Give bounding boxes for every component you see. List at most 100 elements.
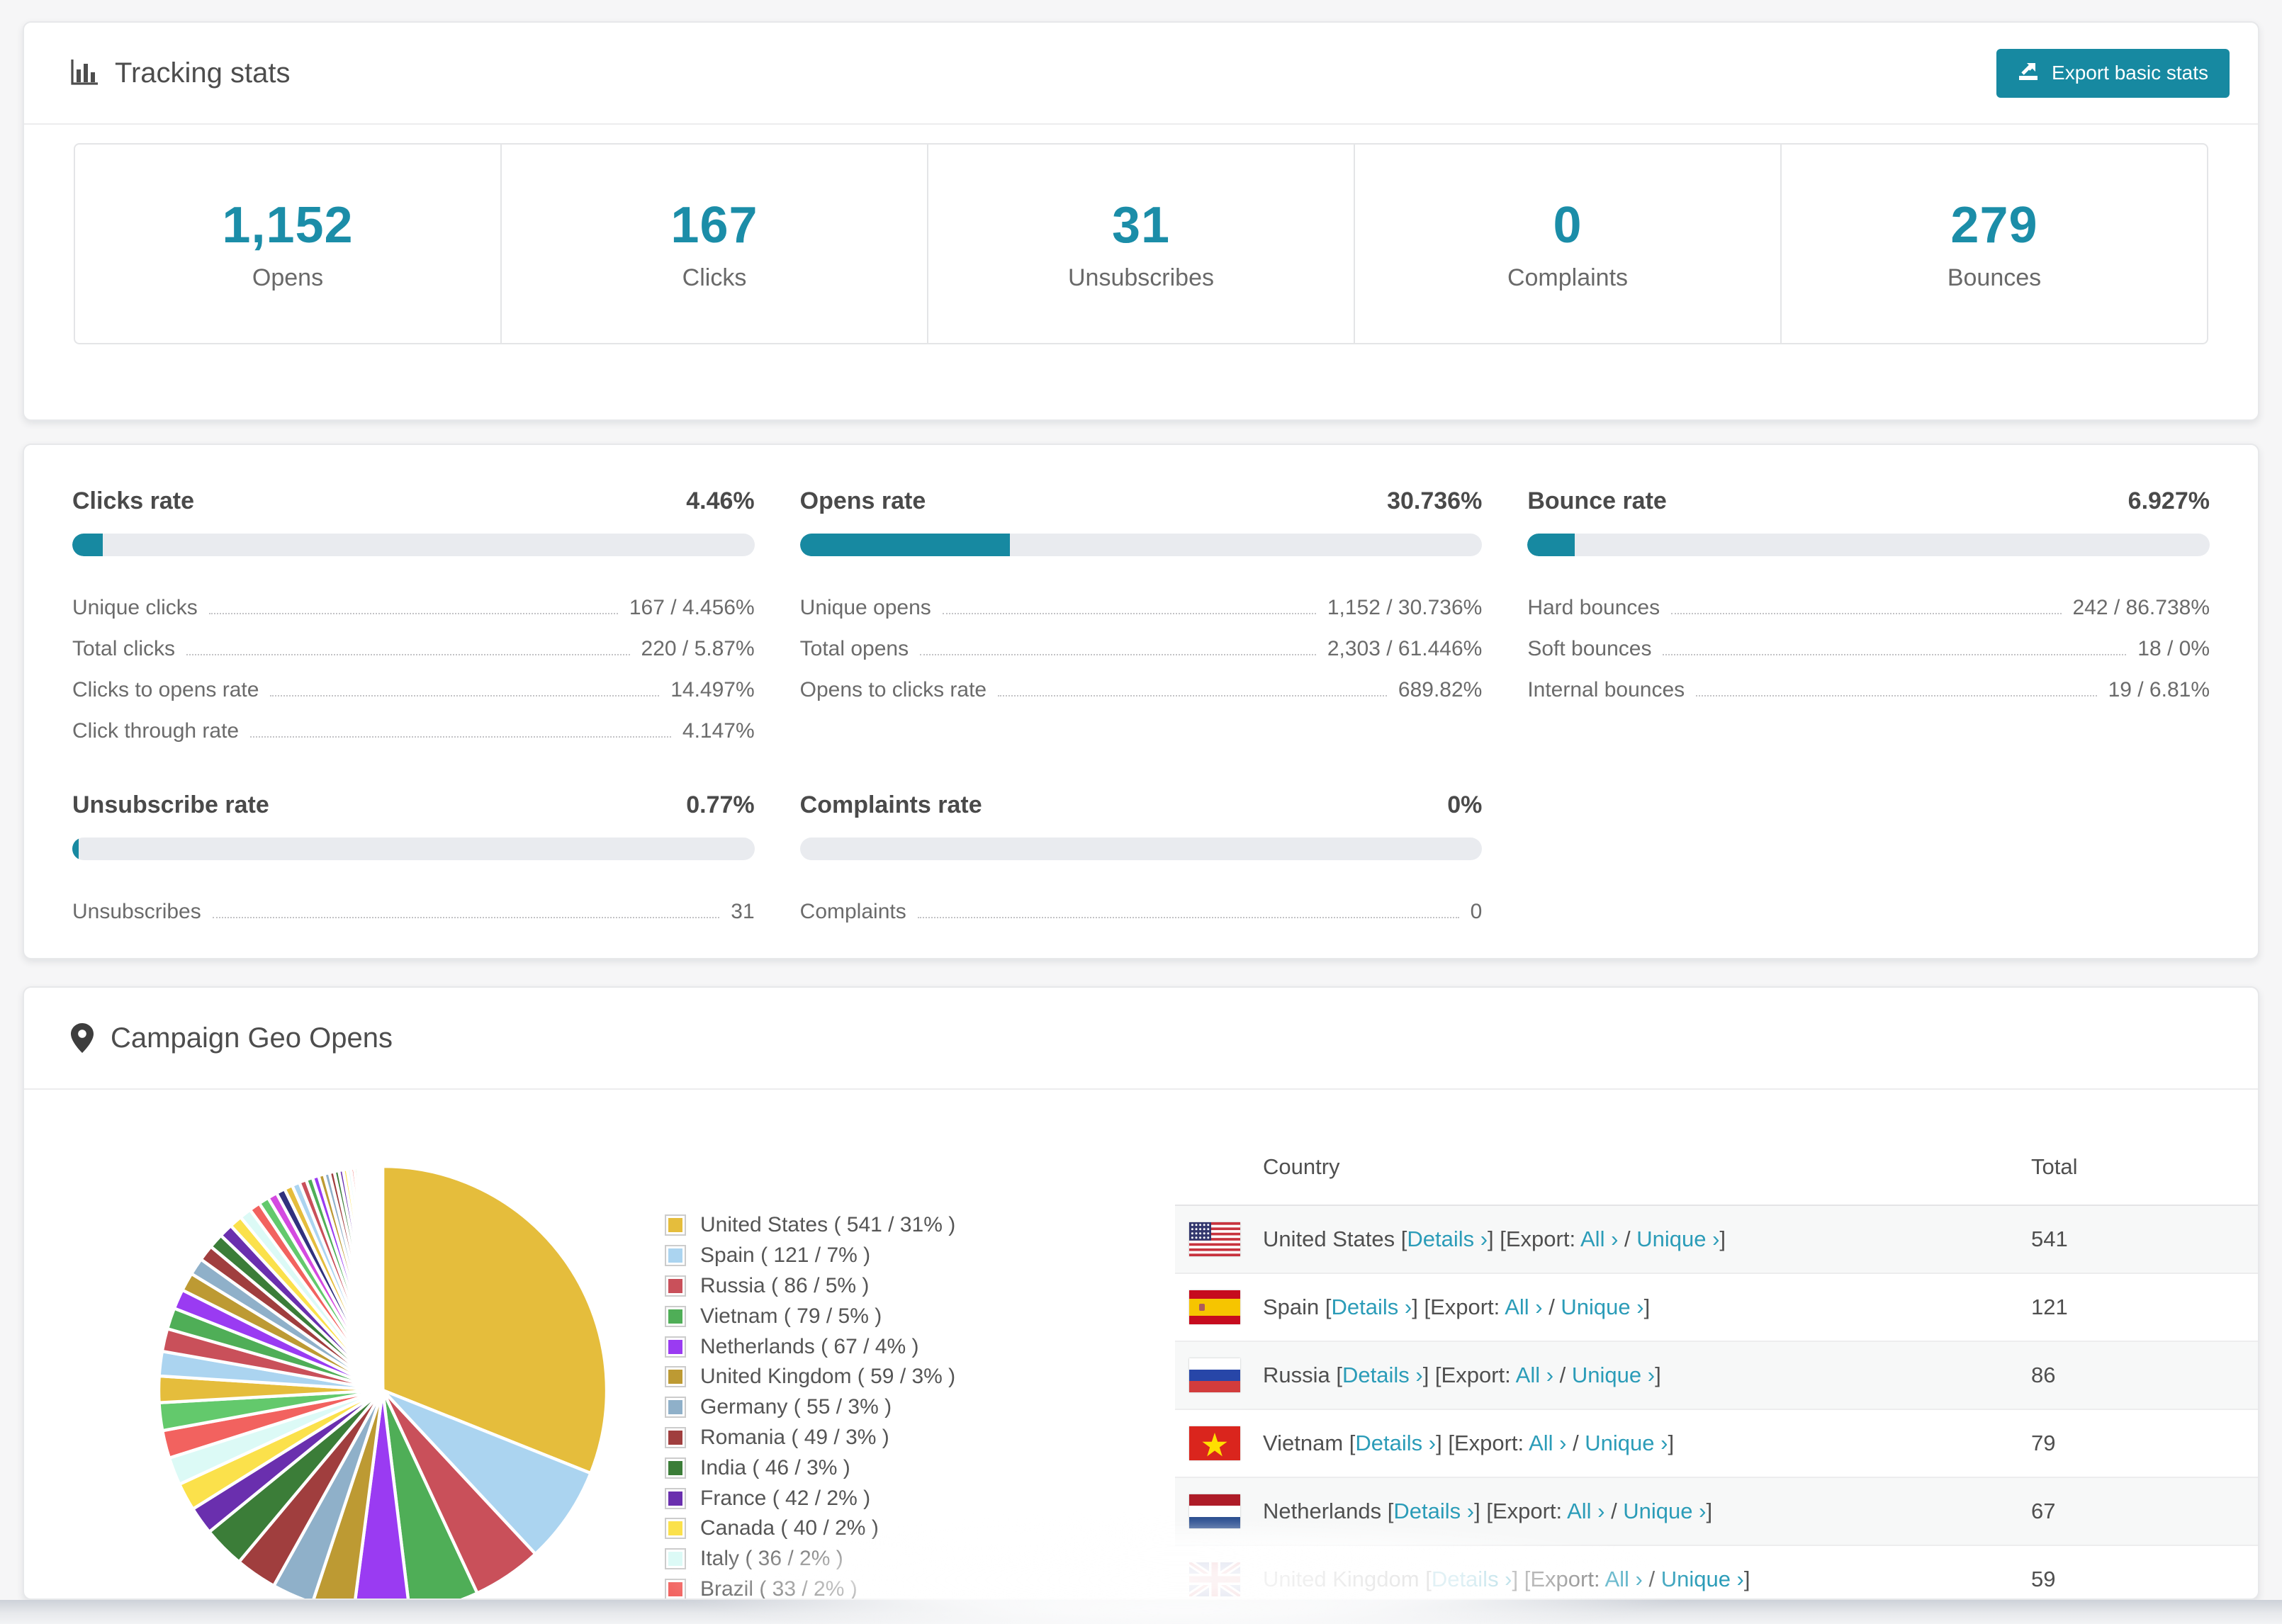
export-all-link[interactable]: All ›: [1505, 1295, 1542, 1319]
stat-label: Unsubscribes: [1068, 264, 1214, 291]
rate-row-value: 167 / 4.456%: [629, 596, 755, 619]
export-unique-link[interactable]: Unique ›: [1636, 1227, 1719, 1251]
rate-section-complaints-rate: Complaints rate 0% Complaints 0: [799, 791, 1483, 924]
legend-swatch: [665, 1548, 686, 1570]
geo-card-title-text: Campaign Geo Opens: [111, 1022, 393, 1054]
legend-item-romania: Romania ( 49 / 3% ): [665, 1423, 955, 1453]
rate-section-unsubscribe-rate: Unsubscribe rate 0.77% Unsubscribes 31: [72, 791, 755, 924]
dotted-leader: [1663, 654, 2127, 655]
geo-country-cell: United Kingdom [Details ›] [Export: All …: [1263, 1567, 1750, 1591]
export-unique-link[interactable]: Unique ›: [1561, 1295, 1643, 1319]
rate-row-value: 242 / 86.738%: [2072, 596, 2210, 619]
dotted-leader: [998, 695, 1387, 697]
geo-pie-legend: United States ( 541 / 31% ) Spain ( 121 /…: [665, 1210, 955, 1600]
legend-item-russia: Russia ( 86 / 5% ): [665, 1271, 955, 1302]
legend-item-united-kingdom: United Kingdom ( 59 / 3% ): [665, 1362, 955, 1392]
dotted-leader: [208, 613, 618, 614]
legend-label: Brazil ( 33 / 2% ): [700, 1577, 858, 1600]
rate-head: Bounce rate 6.927%: [1527, 487, 2210, 515]
rate-title: Unsubscribe rate: [72, 791, 269, 818]
export-all-link[interactable]: All ›: [1604, 1567, 1642, 1591]
legend-swatch: [665, 1487, 686, 1509]
export-unique-link[interactable]: Unique ›: [1572, 1363, 1655, 1387]
rates-card: Clicks rate 4.46% Unique clicks 167 / 4.456…: [23, 444, 2259, 959]
export-unique-link[interactable]: Unique ›: [1623, 1499, 1706, 1523]
legend-label: Italy ( 36 / 2% ): [700, 1547, 843, 1571]
rate-row-value: 689.82%: [1398, 678, 1483, 701]
rate-row-value: 1,152 / 30.736%: [1327, 596, 1483, 619]
rate-row: Clicks to opens rate 14.497%: [72, 661, 755, 702]
legend-label: Netherlands ( 67 / 4% ): [700, 1334, 919, 1358]
export-unique-link[interactable]: Unique ›: [1585, 1431, 1668, 1455]
table-row-vn: Vietnam [Details ›] [Export: All › / Uni…: [1175, 1410, 2258, 1478]
tracking-stats-header: Tracking stats Export basic stats: [24, 23, 2258, 125]
rate-progress-bar: [799, 838, 1483, 860]
pie-slice[interactable]: [379, 1164, 385, 1391]
rate-row-value: 0: [1470, 900, 1483, 923]
rate-rows: Complaints 0: [800, 883, 1483, 924]
country-name: United Kingdom: [1263, 1567, 1426, 1591]
table-row-nl: Netherlands [Details ›] [Export: All › /…: [1175, 1478, 2258, 1546]
rate-row-label: Soft bounces: [1527, 637, 1652, 660]
rate-row-label: Unsubscribes: [72, 900, 201, 923]
tracking-stats-title-text: Tracking stats: [115, 57, 291, 89]
legend-item-france: France ( 42 / 2% ): [665, 1483, 955, 1513]
legend-item-netherlands: Netherlands ( 67 / 4% ): [665, 1331, 955, 1362]
geo-total-cell: 67: [2031, 1499, 2056, 1523]
details-link[interactable]: Details ›: [1393, 1499, 1474, 1523]
legend-label: United Kingdom ( 59 / 3% ): [700, 1365, 956, 1389]
rate-progress-bar: [72, 534, 755, 556]
rate-row-label: Internal bounces: [1527, 678, 1685, 701]
legend-swatch: [665, 1578, 686, 1598]
dotted-leader: [270, 695, 660, 697]
export-all-link[interactable]: All ›: [1567, 1499, 1604, 1523]
details-link[interactable]: Details ›: [1342, 1363, 1423, 1387]
details-link[interactable]: Details ›: [1355, 1431, 1436, 1455]
legend-label: Romania ( 49 / 3% ): [700, 1425, 889, 1449]
export-basic-stats-button[interactable]: Export basic stats: [1996, 48, 2230, 98]
legend-item-spain: Spain ( 121 / 7% ): [665, 1241, 955, 1271]
stat-bounces: 279 Bounces: [1780, 145, 2207, 343]
geo-country-cell: Spain [Details ›] [Export: All › / Uniqu…: [1263, 1295, 1651, 1319]
rate-progress-bar: [72, 838, 755, 860]
geo-total-cell: 86: [2031, 1363, 2056, 1387]
geo-pie-chart[interactable]: [142, 1149, 624, 1598]
rate-row: Total opens 2,303 / 61.446%: [800, 620, 1483, 661]
legend-item-canada: Canada ( 40 / 2% ): [665, 1513, 955, 1544]
rates-grid: Clicks rate 4.46% Unique clicks 167 / 4.456…: [24, 445, 2258, 924]
rate-row-label: Unique opens: [799, 596, 931, 619]
export-all-link[interactable]: All ›: [1580, 1227, 1618, 1251]
table-row-us: United States [Details ›] [Export: All ›…: [1175, 1206, 2258, 1274]
rate-rows: Unsubscribes 31: [72, 883, 755, 924]
rate-row-value: 2,303 / 61.446%: [1327, 637, 1483, 660]
rate-row: Click through rate 4.147%: [72, 702, 755, 743]
rate-pct-value: 0%: [1447, 791, 1483, 818]
dotted-leader: [186, 654, 630, 655]
rate-progress-bar: [1527, 534, 2210, 556]
rate-row-label: Total clicks: [72, 637, 176, 660]
legend-swatch: [665, 1366, 686, 1388]
export-all-link[interactable]: All ›: [1516, 1363, 1553, 1387]
details-link[interactable]: Details ›: [1407, 1227, 1488, 1251]
details-link[interactable]: Details ›: [1432, 1567, 1512, 1591]
rate-head: Opens rate 30.736%: [800, 487, 1483, 515]
export-unique-link[interactable]: Unique ›: [1661, 1567, 1744, 1591]
stat-label: Opens: [252, 264, 324, 291]
stat-label: Clicks: [682, 264, 747, 291]
country-name: Netherlands: [1263, 1499, 1388, 1523]
rate-rows: Unique clicks 167 / 4.456% Total clicks 220…: [72, 579, 755, 743]
country-name: Russia: [1263, 1363, 1337, 1387]
legend-label: Germany ( 55 / 3% ): [700, 1395, 892, 1419]
stat-value: 1,152: [222, 196, 354, 254]
rate-row: Soft bounces 18 / 0%: [1527, 620, 2210, 661]
stat-value: 31: [1111, 196, 1171, 254]
country-name: United States: [1263, 1227, 1401, 1251]
stat-clicks: 167 Clicks: [500, 145, 927, 343]
rate-row: Internal bounces 19 / 6.81%: [1527, 661, 2210, 702]
rate-progress-fill: [72, 838, 79, 860]
details-link[interactable]: Details ›: [1332, 1295, 1412, 1319]
dotted-leader: [942, 613, 1316, 614]
export-all-link[interactable]: All ›: [1529, 1431, 1566, 1455]
rate-section-bounce-rate: Bounce rate 6.927% Hard bounces 242 / 86.73…: [1527, 487, 2210, 743]
legend-label: Russia ( 86 / 5% ): [700, 1273, 870, 1297]
